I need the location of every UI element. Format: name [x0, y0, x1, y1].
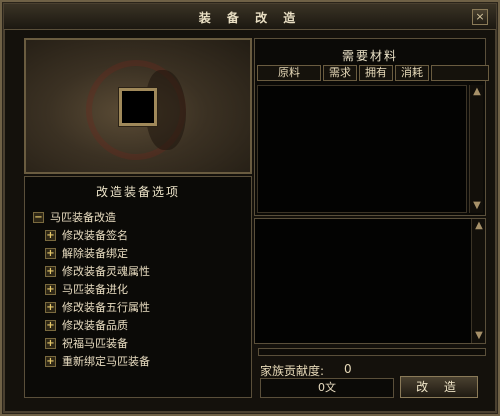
materials-scrollbar[interactable]: ▲ ▼	[469, 85, 483, 213]
option-label: 修改装备签名	[62, 229, 128, 242]
contribution-value: 0	[344, 362, 352, 376]
options-title: 改造装备选项	[95, 185, 180, 199]
option-item[interactable]: + 修改装备灵魂属性	[45, 263, 150, 279]
option-item[interactable]: + 修改装备品质	[45, 317, 128, 333]
expand-icon[interactable]: +	[45, 283, 56, 295]
expand-icon[interactable]: +	[45, 229, 56, 241]
option-label: 修改装备五行属性	[62, 301, 150, 314]
expand-icon[interactable]: +	[45, 337, 56, 349]
option-label: 解除装备绑定	[62, 247, 128, 260]
progress-bar	[258, 348, 486, 356]
expand-icon[interactable]: +	[45, 319, 56, 331]
scroll-up-icon[interactable]: ▲	[470, 85, 484, 99]
option-item[interactable]: + 马匹装备进化	[45, 281, 128, 297]
expand-icon[interactable]: +	[45, 247, 56, 259]
column-header-owned: 拥有	[359, 65, 393, 81]
column-header-consumed: 消耗	[395, 65, 429, 81]
tree-root-label: 马匹装备改造	[50, 211, 116, 224]
tree-root-horse-equip[interactable]: − 马匹装备改造	[33, 209, 116, 225]
materials-title: 需要材料	[341, 49, 398, 63]
expand-icon[interactable]: +	[45, 301, 56, 313]
column-header-material: 原料	[257, 65, 321, 81]
modify-button[interactable]: 改 造	[400, 376, 478, 398]
contribution-label: 家族贡献度:	[260, 364, 325, 378]
option-label: 修改装备灵魂属性	[62, 265, 150, 278]
expand-icon[interactable]: +	[45, 265, 56, 277]
option-item[interactable]: + 祝福马匹装备	[45, 335, 128, 351]
materials-header: 原料 需求 拥有 消耗	[257, 65, 489, 81]
scroll-down-icon[interactable]: ▼	[470, 199, 484, 213]
equipment-slot[interactable]	[119, 88, 157, 126]
option-item[interactable]: + 修改装备五行属性	[45, 299, 150, 315]
scroll-up-icon[interactable]: ▲	[472, 219, 486, 233]
modify-options-panel: 改造装备选项 − 马匹装备改造 + 修改装备签名 + 解除装备绑定 + 修改装备…	[24, 176, 252, 398]
materials-list	[257, 85, 467, 213]
option-item[interactable]: + 修改装备签名	[45, 227, 128, 243]
close-button[interactable]: ×	[472, 9, 488, 25]
expand-icon[interactable]: +	[45, 355, 56, 367]
option-label: 祝福马匹装备	[62, 337, 128, 350]
option-label: 修改装备品质	[62, 319, 128, 332]
item-preview-panel	[24, 38, 252, 174]
equipment-modify-window: 装 备 改 造 × 改造装备选项 − 马匹装备改造 + 修改装备签名 + 解除装…	[0, 0, 500, 416]
cost-display: 0文	[260, 378, 394, 398]
option-item[interactable]: + 重新绑定马匹装备	[45, 353, 150, 369]
column-header-extra	[431, 65, 489, 81]
family-contribution: 家族贡献度: 0	[260, 362, 352, 379]
title-bar: 装 备 改 造 ×	[4, 4, 496, 30]
option-item[interactable]: + 解除装备绑定	[45, 245, 128, 261]
scroll-down-icon[interactable]: ▼	[472, 329, 486, 343]
collapse-icon[interactable]: −	[33, 211, 44, 223]
option-label: 重新绑定马匹装备	[62, 355, 150, 368]
detail-scrollbar[interactable]: ▲ ▼	[471, 219, 485, 343]
column-header-required: 需求	[323, 65, 357, 81]
detail-list-panel: ▲ ▼	[254, 218, 486, 344]
materials-panel: 需要材料 原料 需求 拥有 消耗 ▲ ▼	[254, 38, 489, 216]
option-label: 马匹装备进化	[62, 283, 128, 296]
window-title: 装 备 改 造	[198, 11, 302, 25]
